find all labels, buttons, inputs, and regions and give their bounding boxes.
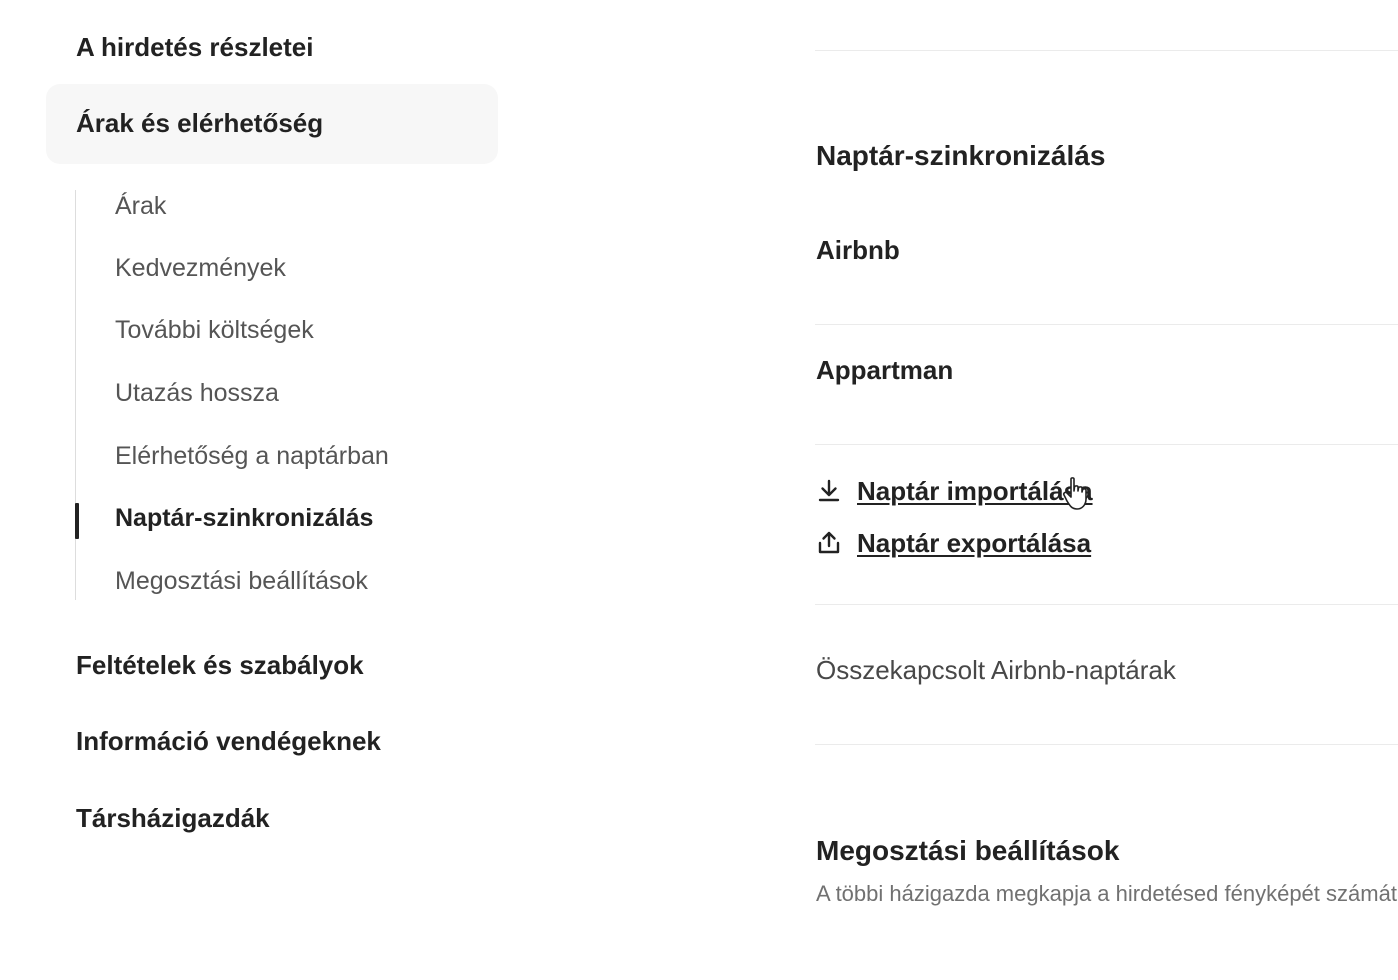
subnav-item-discounts[interactable]: Kedvezmények [115,254,286,283]
nav-pricing-availability[interactable]: Árak és elérhetőség [46,84,498,164]
subnav-item-prices[interactable]: Árak [115,192,166,221]
export-calendar-label: Naptár exportálása [857,527,1092,558]
divider [815,604,1398,605]
divider [815,50,1398,51]
calendar-row-airbnb[interactable]: Airbnb [816,235,900,266]
calendar-row-appartman[interactable]: Appartman [816,355,953,386]
subnav-active-indicator [75,503,79,539]
upload-icon [816,530,842,556]
import-calendar-link[interactable]: Naptár importálása [816,474,1093,508]
download-icon [816,478,842,504]
subnav-item-calendar-availability[interactable]: Elérhetőség a naptárban [115,442,389,471]
divider [815,324,1398,325]
calendar-sync-heading: Naptár-szinkronizálás [816,140,1106,171]
subnav-item-additional-fees[interactable]: További költségek [115,316,314,345]
divider [815,744,1398,745]
page: A hirdetés részletei Árak és elérhetőség… [0,0,1398,980]
sharing-settings-description: A többi házigazda megkapja a hirdetésed … [816,881,1398,906]
subnav-item-trip-length[interactable]: Utazás hossza [115,379,279,408]
nav-terms-rules[interactable]: Feltételek és szabályok [76,650,364,681]
divider [815,444,1398,445]
subnav-item-sharing-settings[interactable]: Megosztási beállítások [115,567,368,596]
import-calendar-label: Naptár importálása [857,475,1093,506]
connected-airbnb-calendars[interactable]: Összekapcsolt Airbnb-naptárak [816,655,1176,686]
export-calendar-link[interactable]: Naptár exportálása [816,526,1091,560]
sharing-settings-heading: Megosztási beállítások [816,835,1120,866]
nav-guest-info[interactable]: Információ vendégeknek [76,726,381,757]
nav-cohosts[interactable]: Társházigazdák [76,803,270,834]
nav-listing-details[interactable]: A hirdetés részletei [76,32,313,63]
nav-pricing-availability-label: Árak és elérhetőség [76,108,324,138]
subnav-item-calendar-sync[interactable]: Naptár-szinkronizálás [115,504,373,533]
